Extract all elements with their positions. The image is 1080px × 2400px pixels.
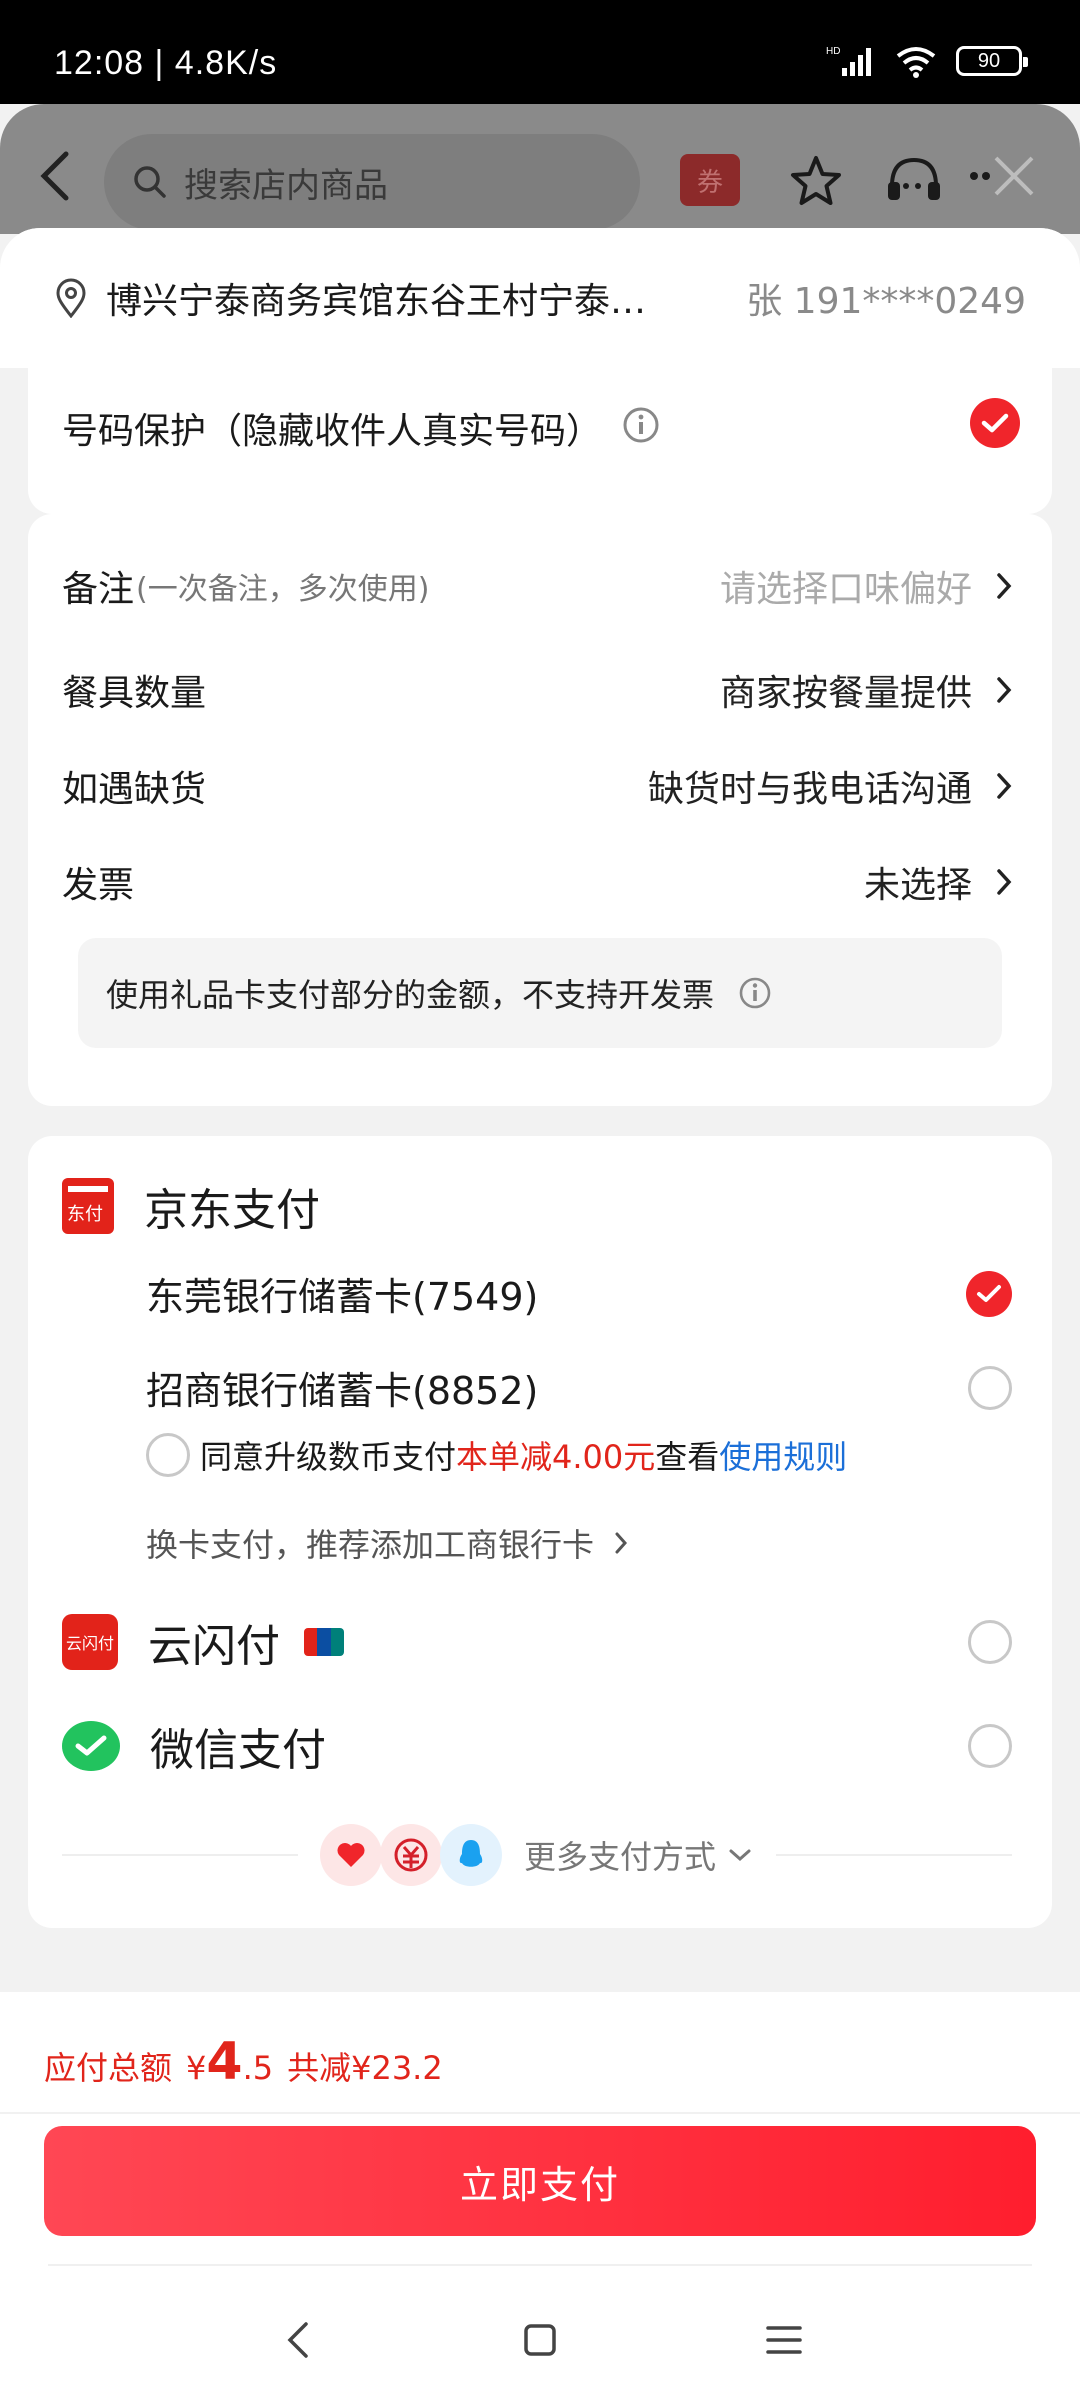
checkout-footer: 应付总额 ¥ 4 .5 共减¥23.2 立即支付 [0,1992,1080,2400]
change-card-link[interactable]: 换卡支付，推荐添加工商银行卡 [146,1520,628,1566]
location-pin-icon [56,278,86,318]
total-label: 应付总额 [44,2049,173,2087]
unionpay-icon [304,1628,344,1656]
back-arrow-icon[interactable] [36,148,76,204]
invoice-label: 发票 [62,865,135,906]
method-yunshanfu[interactable]: 云闪付 云闪付 [62,1604,1012,1680]
info-icon[interactable] [738,976,772,1010]
jd-pay-logo-text: 东付 [67,1204,103,1225]
bank-name: 招商银行储蓄卡(8852) [146,1369,539,1413]
bank-name: 东莞银行储蓄卡(7549) [146,1275,539,1319]
store-header: 搜索店内商品 券 [0,104,1080,234]
chevron-right-icon [615,1532,628,1554]
agree-prefix: 同意升级数币支付 [200,1438,457,1476]
chevron-right-icon [997,573,1012,599]
tableware-label: 餐具数量 [62,673,207,714]
out-of-stock-row[interactable]: 如遇缺货 缺货时与我电话沟通 [62,756,1012,816]
more-payment-label: 更多支付方式 [524,1838,717,1876]
invoice-row[interactable]: 发票 未选择 [62,852,1012,912]
digital-currency-agreement: 同意升级数币支付 本单减4.00元 查看 使用规则 [146,1432,847,1478]
coupon-button[interactable]: 券 [680,154,740,206]
amount-decimal: .5 [242,2049,274,2087]
store-search-input[interactable]: 搜索店内商品 [104,134,640,230]
divider [776,1854,1013,1856]
invoice-value: 未选择 [863,865,972,906]
radio-unselected[interactable] [968,1365,1012,1410]
network-type-label: HD [826,46,840,57]
notes-hint: (一次备注，多次使用) [136,572,430,607]
nav-menu-icon[interactable] [764,2320,804,2360]
tableware-value: 商家按餐量提供 [719,673,972,714]
chevron-right-icon [997,773,1012,799]
more-payment-methods[interactable]: 更多支付方式 [62,1820,1013,1890]
system-nav-bar [0,2264,1080,2400]
invoice-notice: 使用礼品卡支付部分的金额，不支持开发票 [78,938,1002,1048]
change-card-text: 换卡支付，推荐添加工商银行卡 [146,1526,595,1564]
out-of-stock-value: 缺货时与我电话沟通 [647,769,972,810]
phone-protection-card: 号码保护（隐藏收件人真实号码） [28,368,1052,514]
agree-radio[interactable] [146,1433,190,1477]
battery-indicator: 90 [956,46,1028,76]
radio-selected[interactable] [966,1270,1012,1317]
nav-home-icon[interactable] [522,2320,558,2360]
amount-integer: 4 [206,2032,243,2092]
address-text: 博兴宁泰商务宾馆东谷王村宁泰… [106,281,647,322]
status-time: 12:08 | 4.8K/s [54,44,278,82]
more-close-icon[interactable] [966,146,1046,206]
status-bar: 12:08 | 4.8K/s HD 90 [0,0,1080,104]
chevron-right-icon [997,869,1012,895]
jd-pay-header: 东付 京东支付 [62,1174,320,1238]
radio-unselected[interactable] [968,1724,1012,1768]
status-icons: HD 90 [826,44,1028,78]
radio-unselected[interactable] [968,1620,1012,1664]
notes-value: 请选择口味偏好 [719,569,972,610]
checkmark-icon [977,1284,1001,1302]
search-placeholder: 搜索店内商品 [184,165,388,206]
nav-back-icon[interactable] [284,2320,312,2360]
signal-icon: HD [826,46,871,76]
jd-pay-logo: 东付 [62,1178,114,1234]
chevron-right-icon [997,677,1012,703]
phone-protection-label: 号码保护（隐藏收件人真实号码） [62,411,603,452]
jd-pay-title: 京东支付 [144,1185,320,1236]
phone-protection-checkbox[interactable] [970,398,1020,448]
digital-rmb-icon [380,1824,442,1886]
customer-service-icon[interactable] [884,152,944,212]
wifi-icon [896,47,936,78]
order-options-card: 备注 (一次备注，多次使用) 请选择口味偏好 餐具数量 商家按餐量提供 如遇缺货… [28,514,1052,1106]
method-name: 微信支付 [150,1725,326,1776]
bank-option-cmb[interactable]: 招商银行储蓄卡(8852) [146,1360,1012,1415]
notes-label: 备注 [62,569,135,610]
checkmark-icon [981,413,1009,433]
wechat-pay-icon [62,1721,120,1771]
tableware-row[interactable]: 餐具数量 商家按餐量提供 [62,660,1012,720]
method-wechat-pay[interactable]: 微信支付 [62,1708,1012,1784]
divider [62,1854,298,1856]
bank-option-dongguan[interactable]: 东莞银行储蓄卡(7549) [146,1266,1012,1321]
delivery-address-bar[interactable]: 博兴宁泰商务宾馆东谷王村宁泰… 张 191****0249 [0,228,1080,368]
currency-symbol: ¥ [186,2049,207,2087]
total-savings: 共减¥23.2 [287,2049,443,2087]
usage-rules-link[interactable]: 使用规则 [719,1432,847,1478]
agree-mid: 查看 [655,1438,720,1476]
invoice-notice-text: 使用礼品卡支付部分的金额，不支持开发票 [106,976,715,1014]
out-of-stock-label: 如遇缺货 [62,769,207,810]
qq-wallet-icon [440,1824,502,1886]
method-name: 云闪付 [148,1621,280,1672]
search-icon [134,166,166,198]
chevron-down-icon [729,1849,751,1862]
info-icon[interactable] [622,406,660,444]
agree-discount: 本单减4.00元 [456,1438,656,1476]
payment-card: 东付 京东支付 东莞银行储蓄卡(7549) 招商银行储蓄卡(8852) 同意升级… [28,1136,1052,1928]
pay-now-button[interactable]: 立即支付 [44,2126,1036,2236]
contact-info: 张 191****0249 [746,281,1026,322]
divider [0,2112,1080,2114]
credit-card-pay-icon [320,1824,382,1886]
checkout-sheet: 博兴宁泰商务宾馆东谷王村宁泰… 张 191****0249 号码保护（隐藏收件人… [0,228,1080,1988]
total-amount: 应付总额 ¥ 4 .5 共减¥23.2 [44,2032,443,2092]
yunshanfu-logo: 云闪付 [62,1614,118,1670]
favorite-star-icon[interactable] [786,152,846,212]
notes-row[interactable]: 备注 (一次备注，多次使用) 请选择口味偏好 [62,556,1012,616]
